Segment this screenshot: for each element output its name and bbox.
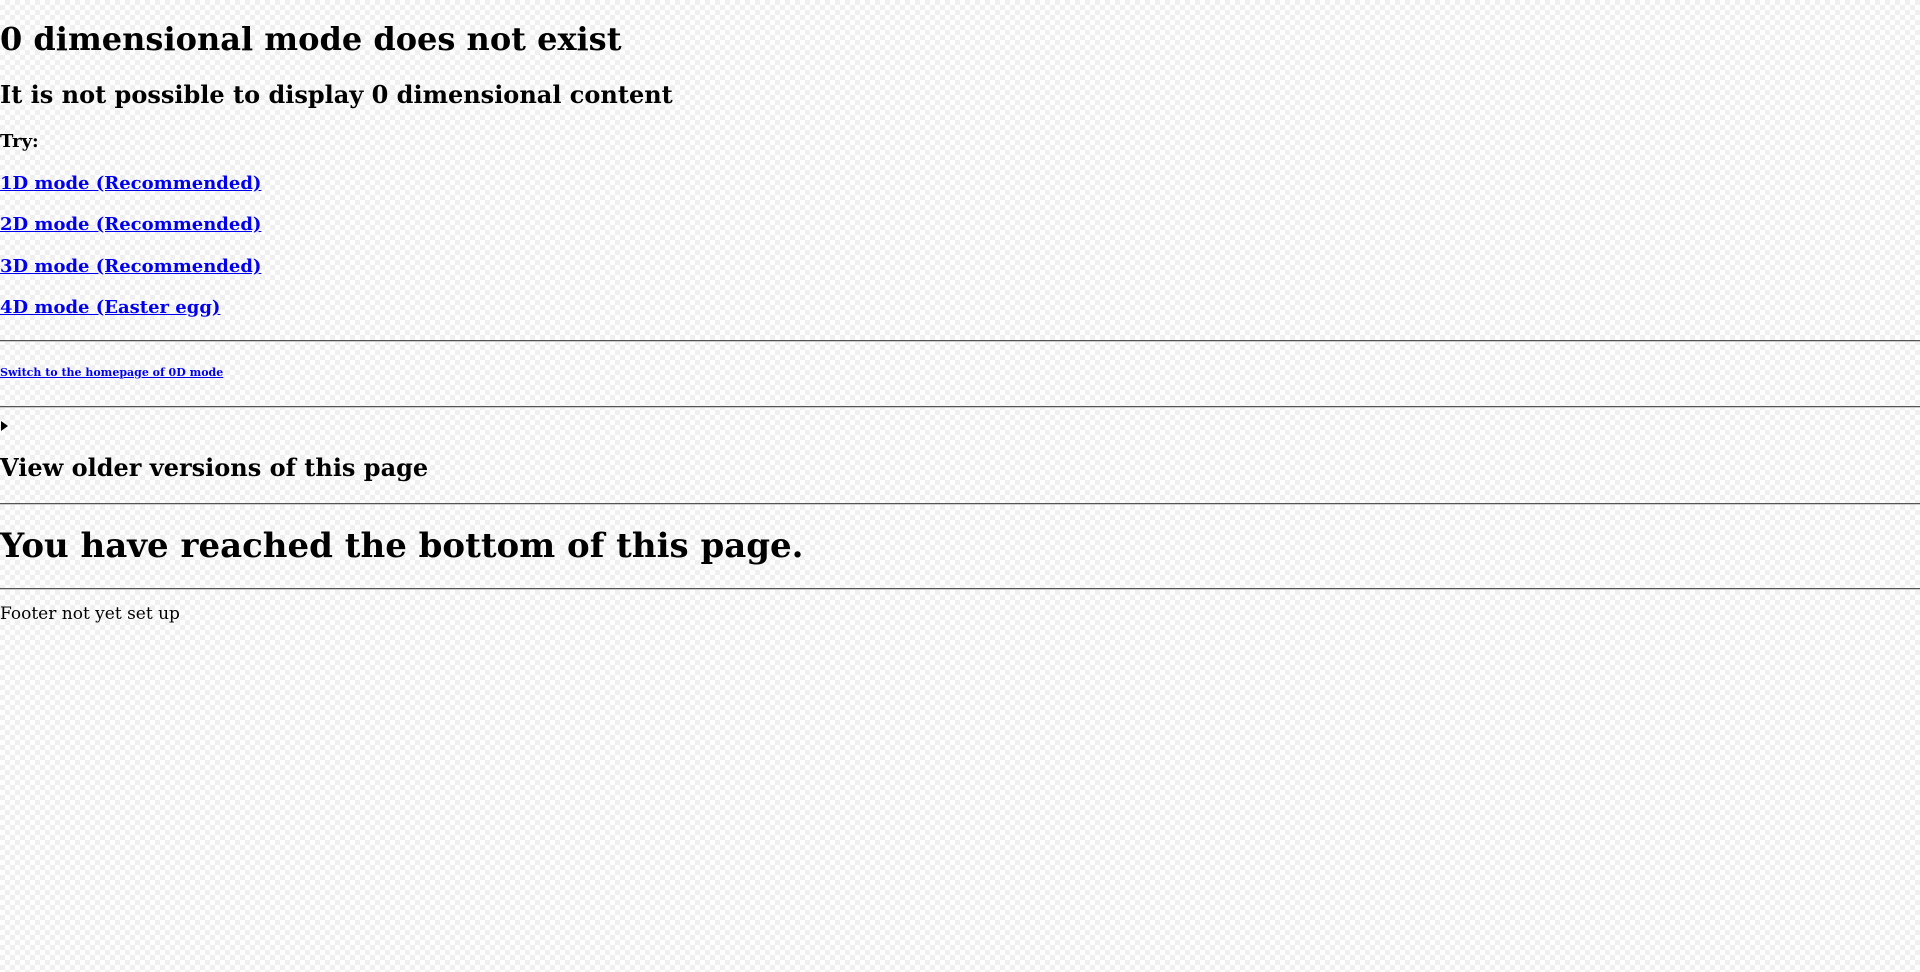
option-4d: 4D mode (Easter egg) xyxy=(0,297,220,319)
bottom-message: You have reached the bottom of this page… xyxy=(0,526,804,566)
divider xyxy=(0,503,1920,505)
divider xyxy=(0,406,1920,408)
link-3d-mode[interactable]: 3D mode (Recommended) xyxy=(0,256,261,277)
page-title: 0 dimensional mode does not exist xyxy=(0,20,622,58)
link-1d-mode[interactable]: 1D mode (Recommended) xyxy=(0,173,261,194)
home-link-container: Switch to the homepage of 0D mode xyxy=(0,366,223,379)
option-3d: 3D mode (Recommended) xyxy=(0,256,261,278)
divider xyxy=(0,588,1920,590)
homepage-0d-link[interactable]: Switch to the homepage of 0D mode xyxy=(0,366,223,379)
link-4d-mode[interactable]: 4D mode (Easter egg) xyxy=(0,297,220,318)
option-1d: 1D mode (Recommended) xyxy=(0,173,261,195)
older-versions-heading: View older versions of this page xyxy=(0,453,429,482)
option-2d: 2D mode (Recommended) xyxy=(0,214,261,236)
divider xyxy=(0,340,1920,342)
footer-text: Footer not yet set up xyxy=(0,604,180,624)
page-subtitle: It is not possible to display 0 dimensio… xyxy=(0,80,673,109)
try-label: Try: xyxy=(0,131,39,152)
link-2d-mode[interactable]: 2D mode (Recommended) xyxy=(0,214,261,235)
disclosure-triangle-icon[interactable] xyxy=(1,421,8,431)
